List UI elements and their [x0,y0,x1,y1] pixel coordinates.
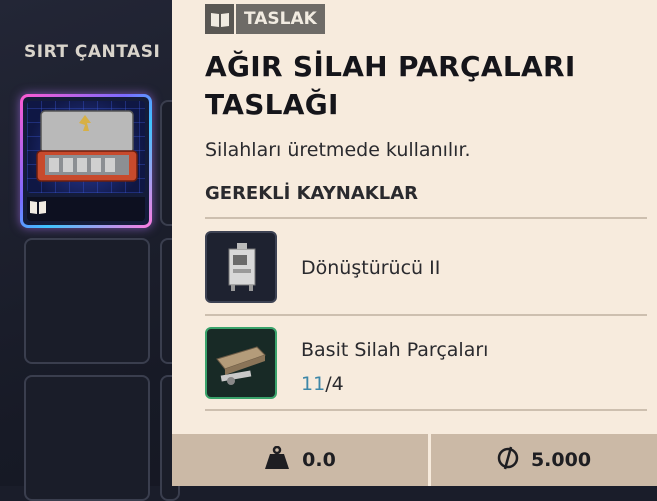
price-value: 5.000 [530,449,592,471]
item-title: AĞIR SİLAH PARÇALARI TASLAĞI [205,48,625,124]
currency-icon [497,446,519,475]
item-detail-panel: TASLAK AĞIR SİLAH PARÇALARI TASLAĞI Sila… [172,0,657,486]
requirement-row[interactable]: Dönüştürücü II [205,231,647,307]
item-title-line: TASLAĞI [205,88,339,121]
item-description: Silahları üretmede kullanılır. [205,139,471,161]
backpack-title: SIRT ÇANTASI [24,42,161,62]
inventory-slot-selected[interactable] [20,94,152,228]
divider [205,314,647,316]
divider [205,409,647,411]
blueprint-book-icon [205,4,234,34]
requirement-name: Dönüştürücü II [301,257,441,279]
price-stat: 5.000 [431,434,657,486]
inventory-slot-empty[interactable] [24,375,150,501]
owned-count: 11 [301,373,326,395]
requirements-heading: GEREKLİ KAYNAKLAR [205,183,419,204]
blueprint-case-image [27,101,145,193]
requirement-name: Basit Silah Parçaları [301,339,489,361]
converter-machine-icon [205,231,277,303]
divider [205,217,647,219]
item-title-line: AĞIR SİLAH PARÇALARI [205,50,576,83]
item-stats-bar: 0.0 5.000 [172,434,657,486]
weapon-parts-icon [205,327,277,399]
requirement-row[interactable]: Basit Silah Parçaları 11/4 [205,327,647,403]
required-count: 4 [331,373,344,395]
inventory-slot-empty[interactable] [24,238,150,364]
item-type-tag: TASLAK [205,4,325,34]
weight-stat: 0.0 [172,434,428,486]
requirement-count: 11/4 [301,373,344,395]
item-type-label: TASLAK [236,4,325,34]
weight-value: 0.0 [302,449,336,471]
blueprint-book-icon [29,199,47,219]
weight-icon [264,445,290,475]
